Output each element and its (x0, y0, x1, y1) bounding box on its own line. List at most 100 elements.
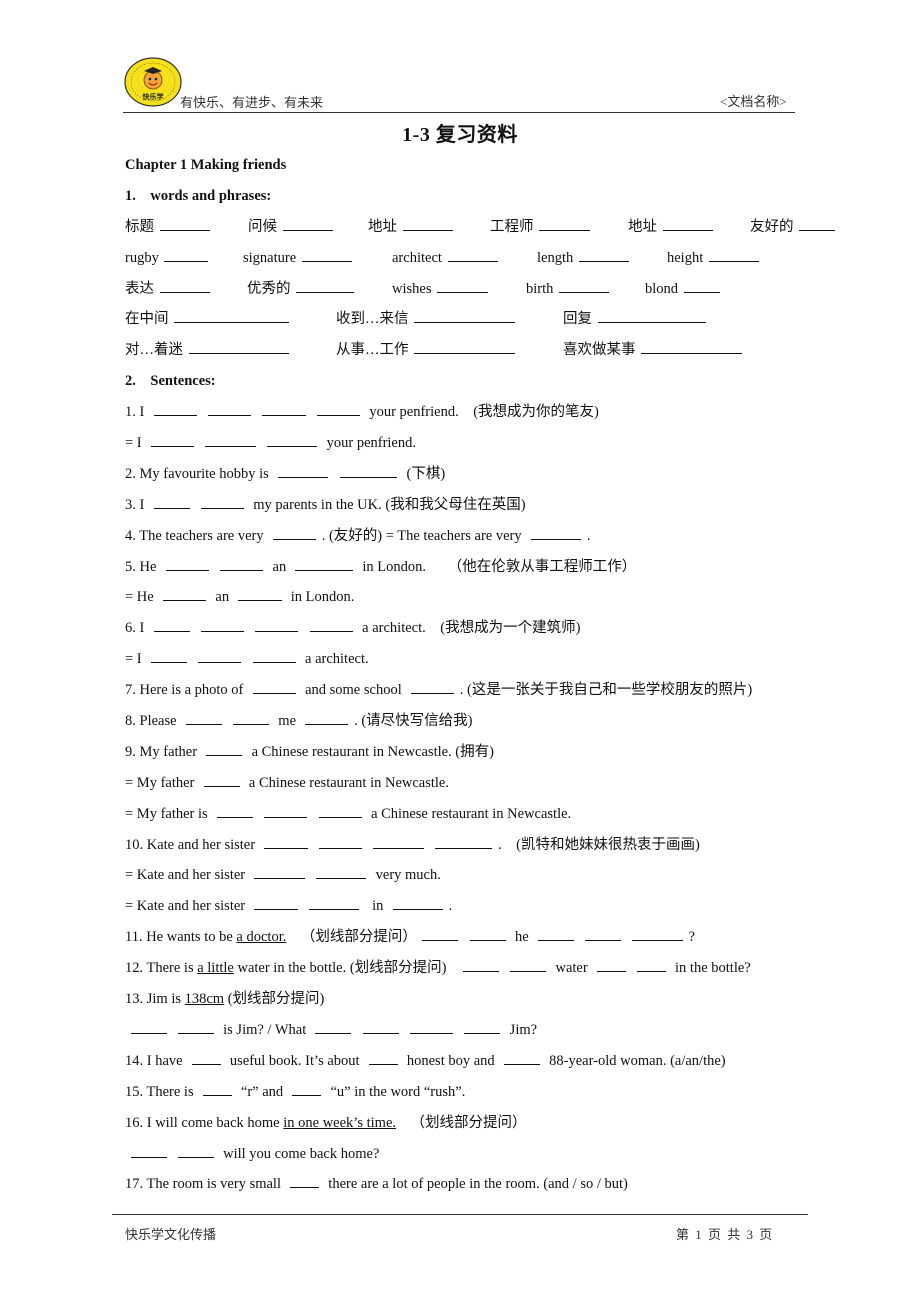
sentence-answer-blank[interactable] (264, 803, 308, 818)
sentence-answer-blank[interactable] (272, 525, 317, 540)
vocab-answer-blank[interactable] (414, 308, 515, 324)
sentence-answer-blank[interactable] (316, 864, 367, 880)
sentence-text: 1. I (125, 404, 148, 421)
sentence-answer-blank[interactable] (177, 1143, 214, 1158)
sentence-answer-blank[interactable] (153, 617, 190, 633)
sentence-answer-blank[interactable] (238, 586, 282, 602)
sentence-answer-blank[interactable] (530, 525, 582, 540)
vocab-answer-blank[interactable] (159, 278, 211, 293)
sentence-text: （划线部分提问） (396, 1114, 527, 1131)
sentence-answer-blank[interactable] (255, 617, 299, 633)
sentence-answer-blank[interactable] (233, 710, 270, 726)
sentence-answer-blank[interactable] (318, 834, 362, 849)
sentence-text: honest boy and (403, 1052, 499, 1069)
sentence-answer-blank[interactable] (309, 617, 353, 633)
sentence-answer-blank[interactable] (305, 710, 349, 726)
sentence-answer-blank[interactable] (254, 895, 298, 911)
sentence-answer-blank[interactable] (205, 432, 256, 448)
sentence-answer-blank[interactable] (266, 432, 318, 448)
sentence-text: is Jim? / What (219, 1021, 310, 1038)
sentence-answer-blank[interactable] (596, 957, 626, 973)
sentence-answer-blank[interactable] (153, 401, 197, 417)
sentence-answer-blank[interactable] (368, 1050, 398, 1065)
vocab-answer-blank[interactable] (174, 308, 290, 324)
vocab-answer-blank[interactable] (641, 339, 742, 355)
sentence-answer-blank[interactable] (585, 926, 622, 942)
sentence-answer-blank[interactable] (206, 741, 243, 756)
sentence-answer-blank[interactable] (392, 895, 443, 911)
sentence-answer-blank[interactable] (462, 957, 499, 973)
sentence-answer-blank[interactable] (165, 556, 209, 571)
vocab-answer-blank[interactable] (539, 216, 590, 231)
vocab-answer-blank[interactable] (188, 339, 290, 355)
underlined-phrase: a doctor. (236, 929, 287, 946)
sentence-answer-blank[interactable] (469, 926, 506, 942)
vocab-answer-blank[interactable] (597, 308, 706, 324)
vocab-answer-blank[interactable] (282, 216, 334, 231)
sentence-answer-blank[interactable] (278, 463, 329, 478)
sentence-answer-blank[interactable] (290, 1173, 320, 1189)
sentence-answer-blank[interactable] (220, 556, 264, 571)
sentence-answer-blank[interactable] (362, 1019, 399, 1034)
vocab-answer-blank[interactable] (402, 216, 454, 231)
sentence-answer-blank[interactable] (339, 463, 398, 478)
sentence-answer-blank[interactable] (153, 494, 190, 509)
vocab-answer-blank[interactable] (578, 247, 630, 262)
vocab-answer-blank[interactable] (447, 247, 498, 262)
sentence-answer-blank[interactable] (191, 1050, 221, 1065)
sentence-answer-blank[interactable] (510, 957, 547, 973)
vocab-item: 喜欢做某事 (563, 335, 744, 366)
sentence-answer-blank[interactable] (422, 926, 459, 942)
sentence-answer-blank[interactable] (185, 710, 222, 726)
sentence-answer-blank[interactable] (315, 1019, 352, 1034)
sentence-answer-blank[interactable] (162, 586, 207, 602)
sentence-answer-blank[interactable] (177, 1019, 214, 1034)
sentence-answer-blank[interactable] (198, 648, 242, 664)
sentence-answer-blank[interactable] (632, 926, 683, 942)
vocab-answer-blank[interactable] (683, 278, 720, 293)
vocab-answer-blank[interactable] (159, 216, 211, 231)
sentence-answer-blank[interactable] (203, 772, 240, 787)
sentence-answer-blank[interactable] (262, 401, 306, 417)
sentence-answer-blank[interactable] (150, 432, 195, 448)
sentence-answer-blank[interactable] (318, 803, 362, 818)
sentence-answer-blank[interactable] (252, 679, 296, 695)
sentence-answer-blank[interactable] (202, 1081, 232, 1096)
sentence-answer-blank[interactable] (409, 1019, 454, 1034)
sentence-answer-blank[interactable] (373, 834, 424, 849)
sentence-answer-blank[interactable] (464, 1019, 501, 1034)
sentence-answer-blank[interactable] (295, 556, 354, 571)
vocab-answer-blank[interactable] (414, 339, 515, 355)
vocab-answer-blank[interactable] (296, 278, 354, 293)
sentence-answer-blank[interactable] (410, 679, 455, 695)
sentence-answer-blank[interactable] (208, 401, 252, 417)
vocab-answer-blank[interactable] (559, 278, 610, 293)
sentence-answer-blank[interactable] (130, 1143, 167, 1158)
sentence-answer-blank[interactable] (200, 617, 245, 633)
vocab-answer-blank[interactable] (708, 247, 760, 262)
sentence-answer-blank[interactable] (130, 1019, 167, 1034)
sentence-answer-blank[interactable] (537, 926, 574, 942)
vocab-answer-blank[interactable] (301, 247, 353, 262)
sentence-answer-blank[interactable] (150, 648, 187, 664)
vocab-answer-blank[interactable] (662, 216, 714, 231)
sentence-answer-blank[interactable] (254, 864, 305, 880)
sentence-text: 9. My father (125, 743, 201, 760)
vocab-item: 标题 (125, 212, 212, 243)
sentence-answer-blank[interactable] (200, 494, 245, 509)
sentence-line: = I a architect. (125, 644, 865, 675)
vocab-answer-blank[interactable] (164, 247, 208, 262)
sentence-answer-blank[interactable] (434, 834, 493, 849)
sentence-answer-blank[interactable] (316, 401, 361, 417)
sentence-answer-blank[interactable] (292, 1081, 322, 1096)
vocab-answer-blank[interactable] (437, 278, 488, 293)
footer-company: 快乐学文化传播 (125, 1227, 217, 1242)
sentence-answer-blank[interactable] (503, 1050, 540, 1065)
sentence-answer-blank[interactable] (216, 803, 253, 818)
sentence-answer-blank[interactable] (308, 895, 360, 911)
sentence-answer-blank[interactable] (636, 957, 666, 973)
vocab-answer-blank[interactable] (799, 216, 836, 231)
vocab-prompt: 表达 (125, 280, 158, 297)
sentence-answer-blank[interactable] (264, 834, 308, 849)
sentence-answer-blank[interactable] (252, 648, 296, 664)
